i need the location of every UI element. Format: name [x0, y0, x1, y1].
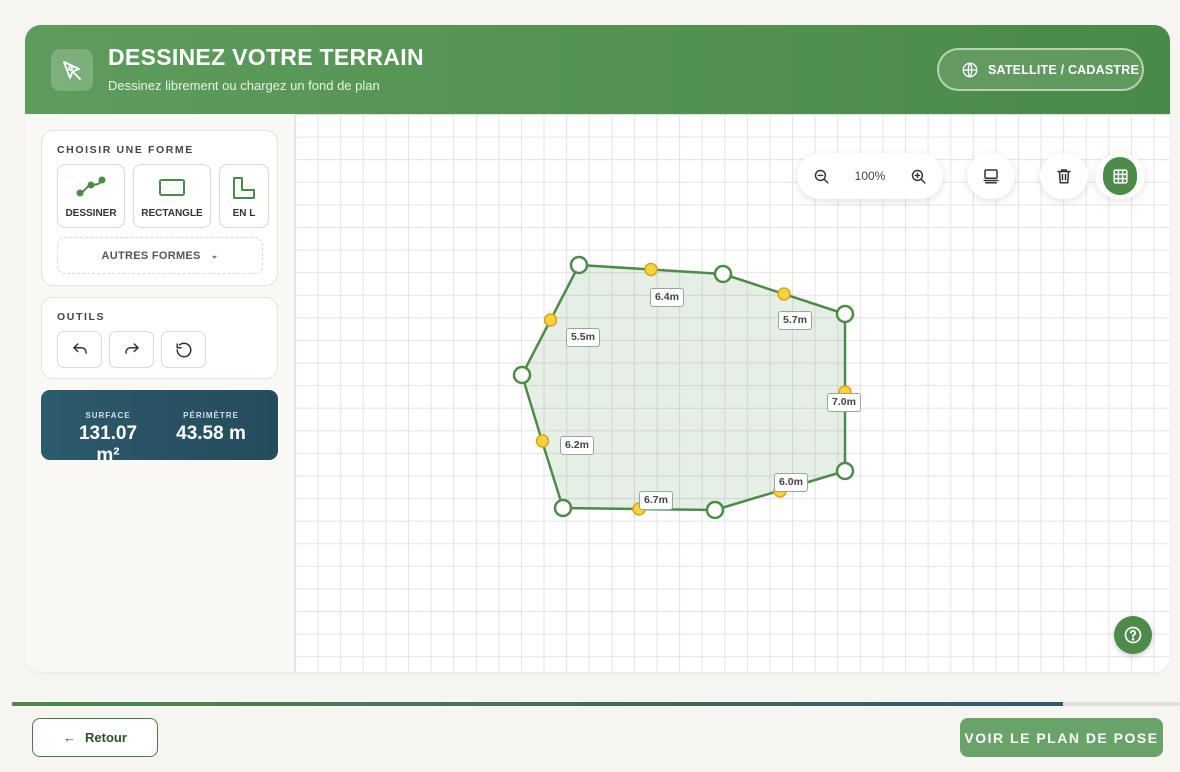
terrain-polygon[interactable] — [25, 25, 1170, 672]
midpoint-handle — [644, 262, 658, 277]
arrow-left-icon: ← — [63, 730, 77, 745]
zoom-control: 100% — [797, 153, 943, 199]
midpoint-handle — [543, 313, 558, 327]
view-plan-button[interactable]: VOIR LE PLAN DE POSE — [960, 718, 1163, 757]
measure-label: 5.5m — [566, 328, 600, 347]
midpoint-handle — [535, 434, 550, 448]
back-label: Retour — [85, 730, 127, 745]
layers-icon — [983, 169, 999, 184]
vertex-handle — [512, 365, 532, 385]
view-plan-label: VOIR LE PLAN DE POSE — [964, 729, 1159, 746]
measure-label: 6.2m — [560, 436, 594, 455]
zoom-level: 100% — [854, 169, 886, 183]
vertex-handle — [569, 255, 589, 275]
back-button[interactable]: ← Retour — [32, 718, 158, 757]
grid-toggle-button[interactable] — [1103, 157, 1137, 195]
trash-icon — [1057, 169, 1071, 184]
measure-label: 6.7m — [639, 491, 673, 510]
background-layer-button[interactable] — [967, 153, 1015, 199]
progress-fill — [12, 702, 1064, 706]
progress-bar — [12, 702, 1180, 706]
measure-label: 5.7m — [778, 311, 812, 330]
midpoint-handle — [777, 287, 791, 301]
help-button[interactable] — [1114, 616, 1152, 654]
vertex-handle — [835, 304, 855, 324]
help-icon — [1124, 626, 1142, 644]
measure-label: 6.4m — [650, 288, 684, 307]
grid-icon — [1112, 168, 1128, 184]
zoom-out-icon[interactable] — [813, 168, 830, 185]
vertex-handle — [705, 500, 725, 520]
measure-label: 6.0m — [774, 473, 808, 492]
vertex-handle — [553, 498, 573, 518]
drawing-card: DESSINEZ VOTRE TERRAIN Dessinez libremen… — [25, 25, 1170, 672]
vertex-handle — [835, 461, 855, 481]
zoom-in-icon[interactable] — [910, 168, 927, 185]
vertex-handle — [713, 264, 733, 284]
measure-label: 7.0m — [827, 393, 861, 412]
delete-button[interactable] — [1040, 153, 1088, 199]
